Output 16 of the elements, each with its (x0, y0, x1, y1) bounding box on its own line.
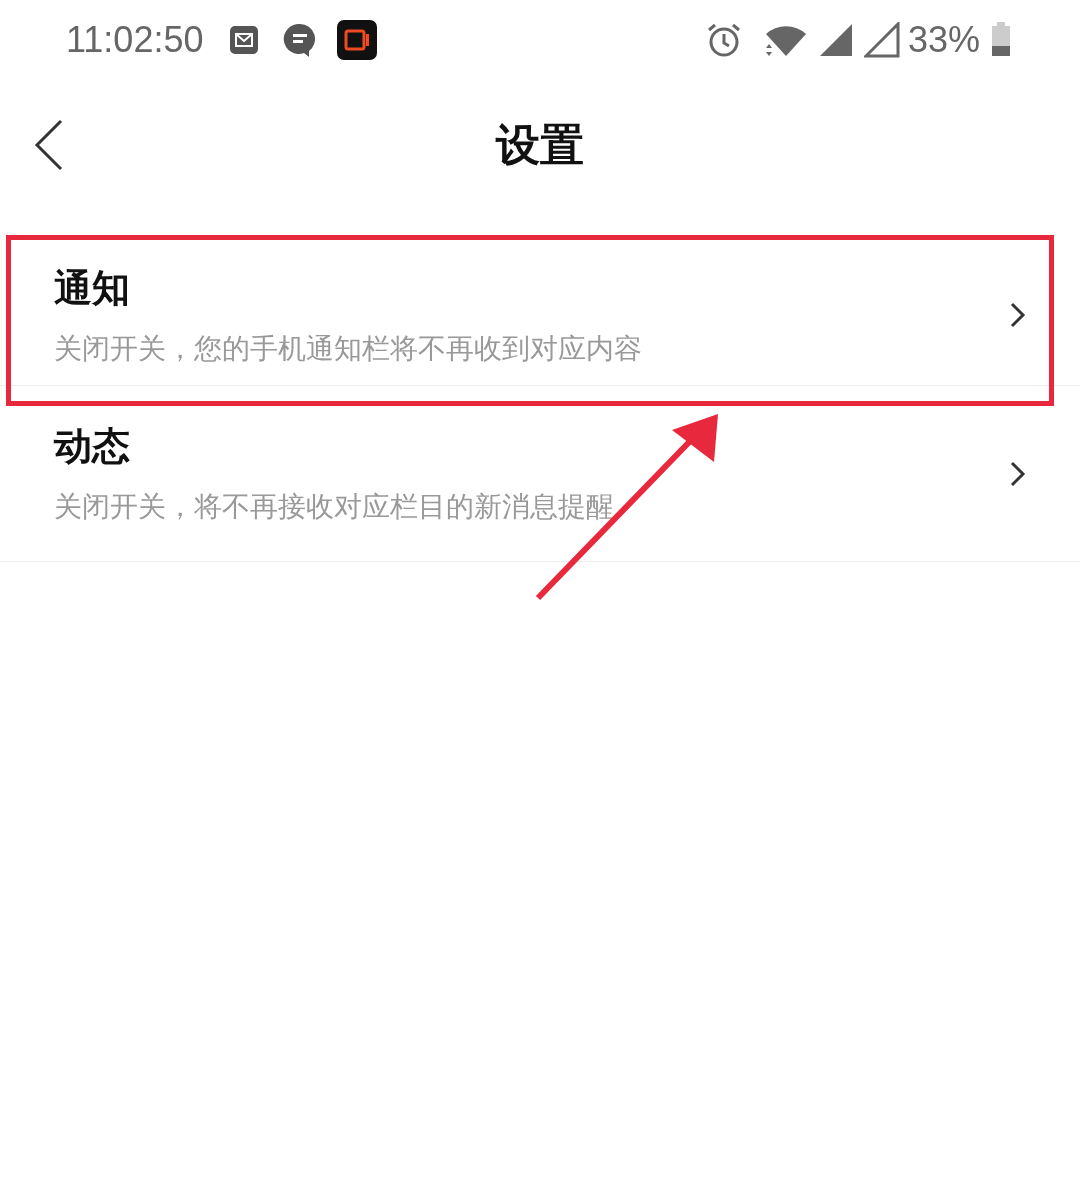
settings-row[interactable]: 通知 关闭开关，您的手机通知栏将不再收到对应内容 (0, 245, 1080, 386)
chevron-icon (1010, 302, 1026, 328)
signal-icon (863, 22, 900, 58)
alarm-icon (705, 22, 742, 58)
chat-icon (283, 22, 318, 58)
status-time: 11:02:50 (66, 19, 204, 61)
mail-icon (229, 25, 260, 55)
row-description: 关闭开关，将不再接收对应栏目的新消息提醒 (54, 489, 615, 525)
row-description: 关闭开关，您的手机通知栏将不再收到对应内容 (54, 330, 643, 367)
battery-icon (990, 22, 1010, 58)
chevron-icon (1010, 460, 1026, 487)
battery-percent: 33% (907, 19, 980, 61)
row-title: 通知 (54, 264, 131, 312)
page-title: 设置 (496, 117, 584, 172)
video-icon (337, 20, 378, 60)
row-title: 动态 (54, 423, 131, 470)
